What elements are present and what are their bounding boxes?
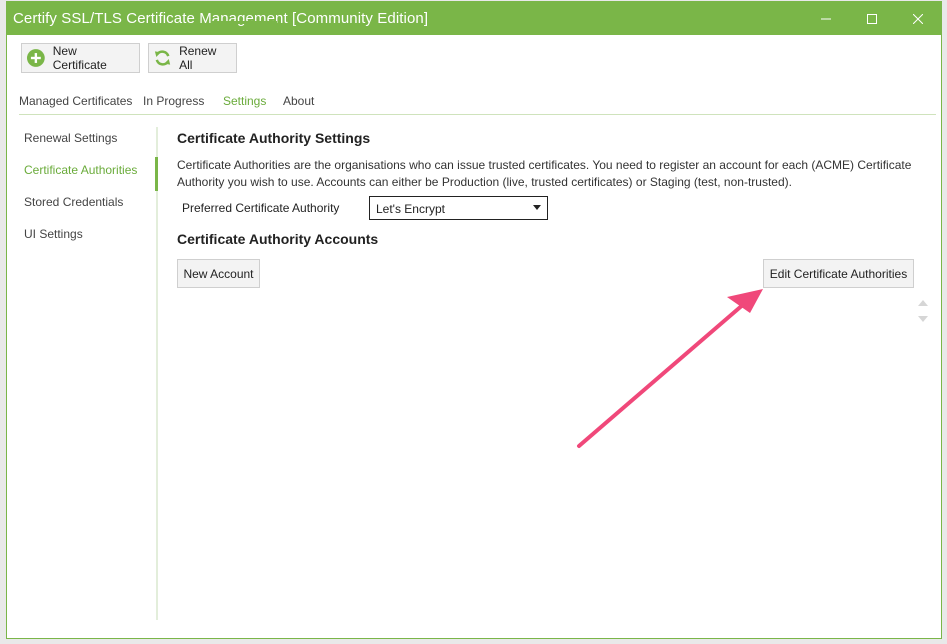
annotation-arrow xyxy=(577,289,763,448)
annotation-arrow-shaft xyxy=(577,301,747,448)
annotation-arrow-head xyxy=(727,289,763,313)
